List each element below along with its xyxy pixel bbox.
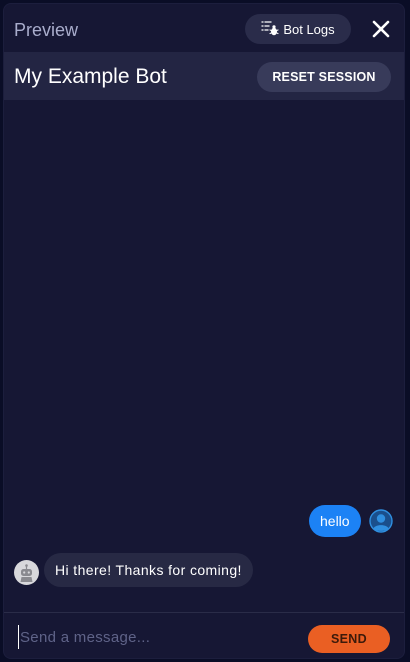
reset-session-button[interactable]: RESET SESSION [257,62,391,92]
bot-preview-panel: Preview Bot Logs My Example Bot RESET SE… [4,4,404,658]
message-input[interactable] [18,625,300,649]
bot-title-bar: My Example Bot RESET SESSION [4,52,404,100]
preview-title: Preview [14,20,79,40]
user-message-bubble: hello [309,505,361,537]
bot-logs-label: Bot Logs [283,21,335,37]
bot-message-text: Hi there! Thanks for coming! [55,562,242,578]
preview-header: Preview Bot Logs [4,4,404,52]
user-avatar-icon [369,509,393,533]
close-icon [372,20,390,38]
close-button[interactable] [370,18,392,40]
user-message-text: hello [320,513,350,529]
chat-area[interactable]: hello Hi there! Thanks for coming! [4,100,404,612]
bot-message-bubble: Hi there! Thanks for coming! [44,553,253,587]
send-button[interactable]: SEND [308,625,390,653]
bot-avatar-icon [14,560,39,585]
bot-logs-button[interactable]: Bot Logs [245,14,351,44]
message-composer: SEND [4,612,404,658]
bug-list-icon [261,19,279,40]
bot-name: My Example Bot [14,65,167,88]
